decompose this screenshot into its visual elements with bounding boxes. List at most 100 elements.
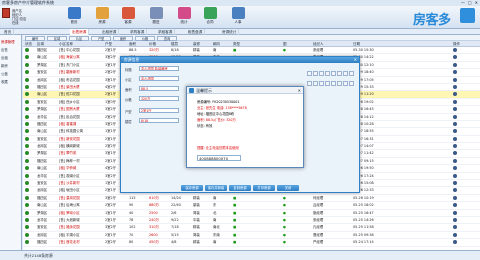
photo-icon[interactable]: ● [283, 217, 286, 224]
action-icon[interactable] [453, 114, 457, 121]
nav-button-6[interactable]: 人事 [226, 7, 250, 27]
action-icon[interactable] [453, 150, 457, 157]
action-icon[interactable] [453, 121, 457, 128]
nav-button-3[interactable]: 跟进 [144, 7, 168, 27]
option-checkbox[interactable] [319, 81, 324, 86]
photo-icon[interactable]: ● [283, 202, 286, 209]
table-row[interactable]: 福田区 [售] 皇岗花园 3室2厅 115 610万 14/24 精装 南 ■ ● 何经理 05-26… [23, 195, 480, 203]
action-icon[interactable] [453, 232, 457, 239]
sidebar-item-2[interactable]: 出租 [1, 55, 8, 60]
action-icon[interactable] [453, 77, 457, 84]
filter-4[interactable]: 面积 [113, 35, 133, 41]
dialog-button-4[interactable]: 关闭 [277, 185, 299, 191]
option-checkbox[interactable] [331, 71, 336, 76]
sidebar-item-1[interactable]: 出售 [1, 47, 8, 52]
sidebar-item-3[interactable]: 新房 [1, 63, 8, 68]
action-icon[interactable] [453, 180, 457, 187]
option-checkbox[interactable] [349, 71, 354, 76]
option-checkbox[interactable] [307, 81, 312, 86]
table-row[interactable]: 南山区 [售] 后海公寓 2室2厅 90 680万 22/40 豪装 东 ■ ● 吕经理 05-25 … [23, 202, 480, 210]
action-icon[interactable] [453, 128, 457, 135]
action-icon[interactable] [453, 217, 457, 224]
phone-field[interactable]: 400888800070 [197, 155, 241, 161]
action-icon[interactable] [453, 54, 457, 61]
option-checkbox[interactable] [325, 71, 330, 76]
photo-icon[interactable]: ● [283, 47, 286, 54]
action-icon[interactable] [453, 91, 457, 98]
action-icon[interactable] [453, 195, 457, 202]
action-icon[interactable] [453, 202, 457, 209]
nav-button-1[interactable]: 房源 [90, 7, 114, 27]
option-checkbox[interactable] [337, 81, 342, 86]
photo-icon[interactable]: ● [283, 210, 286, 217]
filter-3[interactable]: 户型 [91, 35, 111, 41]
table-row[interactable]: 罗湖区 [租] 笋岗小区 1室1厅 40 2500 2/6 简装 北 ■ ● 施经理 05-25 16… [23, 210, 480, 217]
action-icon[interactable] [453, 239, 457, 246]
maximize-button[interactable]: □ [468, 0, 472, 5]
table-row[interactable]: 福田区 [售] 莲花北村 2室2厅 80 450万 4/8 精装 南 ■ ● 严经理 05-24 17… [23, 239, 480, 247]
photo-icon[interactable]: ● [283, 195, 286, 202]
option-checkbox[interactable] [349, 81, 354, 86]
filter-5[interactable]: 价格 [135, 35, 155, 41]
photo-icon[interactable]: ● [283, 224, 286, 231]
option-checkbox[interactable] [313, 81, 318, 86]
nav-button-5[interactable]: 合同 [198, 7, 222, 27]
option-checkbox[interactable] [319, 71, 324, 76]
sidebar-item-0[interactable]: 房源管理 [1, 39, 15, 44]
nav-label: 首页 [70, 20, 78, 24]
nav-button-4[interactable]: 统计 [172, 7, 196, 27]
field-input[interactable]: 中心花园 [139, 76, 179, 81]
cell-area: 宝安区 [37, 99, 48, 104]
action-icon[interactable] [453, 136, 457, 143]
option-checkbox[interactable] [307, 71, 312, 76]
status-dot [25, 62, 29, 69]
action-icon[interactable] [453, 143, 457, 150]
option-checkbox[interactable] [331, 81, 336, 86]
sidebar-item-4[interactable]: 公盘 [1, 71, 8, 76]
photo-icon[interactable]: ● [283, 232, 286, 239]
action-icon[interactable] [453, 158, 457, 165]
minimize-button[interactable]: — [461, 0, 465, 5]
option-checkbox[interactable] [325, 81, 330, 86]
field-input[interactable]: 88.5 [139, 86, 179, 91]
dialog-button-2[interactable]: 复制房源 [229, 185, 251, 191]
action-icon[interactable] [453, 62, 457, 69]
field-input[interactable]: 中心花园 精装两房 [139, 66, 179, 71]
table-row[interactable]: 宝安区 [售] 福永花园 3室2厅 102 310万 7/18 精装 南北 ■ ● 孔经理 05-25… [23, 224, 480, 232]
option-checkbox[interactable] [313, 71, 318, 76]
action-icon[interactable] [453, 187, 457, 194]
dialog-button-3[interactable]: 打印房源 [253, 185, 275, 191]
field-input[interactable]: 320万 [139, 96, 179, 101]
filter-6[interactable]: 查询 [157, 35, 177, 41]
close-icon[interactable]: ✕ [298, 87, 301, 94]
option-checkbox[interactable] [343, 71, 348, 76]
option-checkbox[interactable] [337, 71, 342, 76]
avatar[interactable] [2, 8, 10, 18]
dialog-button-1[interactable]: 保存并新增 [205, 185, 227, 191]
field-input[interactable]: 2室1厅 [139, 108, 179, 113]
action-icon[interactable] [453, 165, 457, 172]
photo-icon[interactable]: ● [283, 239, 286, 246]
filter-1[interactable]: 区域 [47, 35, 67, 41]
table-row[interactable]: 龙岗区 [租] 平湖小区 2室1厅 70 2600 5/15 简装 东南 ■ ● 曹经理 05-25 … [23, 232, 480, 240]
filter-0[interactable]: 编号 [25, 35, 45, 41]
close-icon[interactable]: ✕ [354, 57, 357, 63]
action-icon[interactable] [453, 69, 457, 76]
field-input[interactable]: 8/18 [139, 118, 179, 123]
option-checkbox[interactable] [343, 81, 348, 86]
action-icon[interactable] [453, 99, 457, 106]
action-icon[interactable] [453, 106, 457, 113]
dialog-button-0[interactable]: 保存房源 [181, 185, 203, 191]
nav-button-0[interactable]: 首页 [62, 7, 86, 27]
table-row[interactable]: 福田区 [售] 中心花园 2室1厅 88.5 320万 8/18 精装 南 ■ ● 张经理 05-30… [23, 47, 480, 55]
sidebar-item-5[interactable]: 收藏 [1, 79, 8, 84]
nav-button-2[interactable]: 客源 [116, 7, 140, 27]
action-icon[interactable] [453, 47, 457, 54]
action-icon[interactable] [453, 173, 457, 180]
close-button[interactable]: ✕ [475, 0, 478, 5]
table-row[interactable]: 龙华区 [售] 大浪新城 2室1厅 78 240万 9/22 中装 南 ■ ● 张经理 05-25 1… [23, 217, 480, 225]
action-icon[interactable] [453, 224, 457, 231]
action-icon[interactable] [453, 84, 457, 91]
action-icon[interactable] [453, 210, 457, 217]
filter-2[interactable]: 片区 [69, 35, 89, 41]
